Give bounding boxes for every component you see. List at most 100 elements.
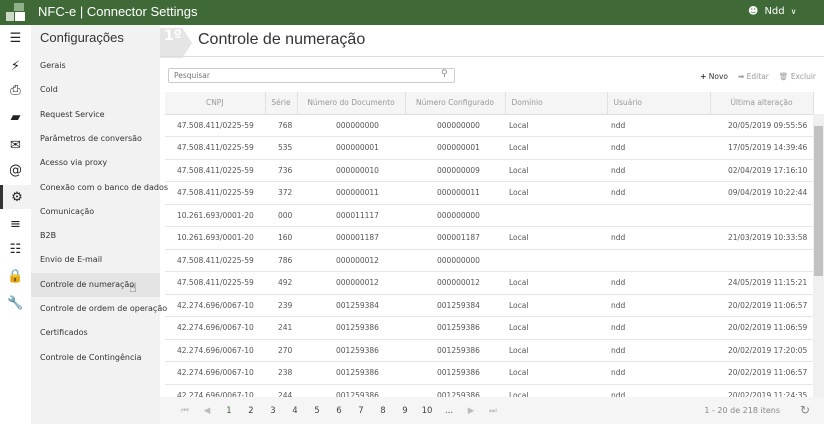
table-cell: 10.261.693/0001-20 [165,226,265,250]
table-row[interactable]: 47.508.411/0225-59 768 000000000 000000000 L… [165,114,813,137]
top-bar: NFC-e | Connector Settings ☻ Ndd ∨ [0,0,824,25]
table-row[interactable]: 10.261.693/0001-20 000 000011117 000000000 [165,204,813,227]
table-cell: ndd [607,226,710,250]
table-cell: 47.508.411/0225-59 [165,181,265,205]
pagination: ⏮ ◀ 1 2 3 4 5 6 7 8 9 10... ▶ ⏭ 1 - 20 de 218 ite… [160,397,824,424]
sliders-icon[interactable]: ≡ [0,212,31,236]
column-header[interactable]: Última alteração [710,92,814,115]
printer-icon[interactable]: ⎙ [0,78,31,102]
search-input[interactable] [168,68,455,83]
table-cell: Local [505,361,607,385]
column-header[interactable]: Domínio [505,92,608,115]
wrench-icon[interactable]: 🔧 [0,291,31,315]
table-row[interactable]: 10.261.693/0001-20 160 000001187 000001187 L… [165,226,813,250]
page-button[interactable]: 2 [240,406,262,416]
page-button[interactable]: 4 [284,406,306,416]
user-menu[interactable]: ☻ Ndd ∨ [748,6,796,17]
table-cell: 42.274.696/0067-10 [165,384,265,397]
table-cell: ndd [607,294,710,317]
app-logo [6,3,26,23]
column-header[interactable]: Usuário [607,92,711,115]
submenu-item[interactable]: Acesso via proxy [31,151,160,175]
envelope-icon[interactable]: ✉ [0,133,31,157]
page-button[interactable]: 9 [394,406,416,416]
table-row[interactable]: 47.508.411/0225-59 372 000000011 000000011 L… [165,181,813,205]
vertical-scrollbar[interactable] [813,114,824,397]
pager-info: 1 - 20 de 218 itens [704,406,780,415]
scrollbar-thumb[interactable] [814,126,823,276]
server-icon[interactable]: ☷ [0,237,31,261]
refresh-icon[interactable]: ↻ [800,403,810,417]
table-cell: Local [505,226,607,250]
table-row[interactable]: 42.274.696/0067-10 270 001259386 001259386 L… [165,339,813,362]
table-row[interactable]: 42.274.696/0067-10 238 001259386 001259386 L… [165,361,813,385]
new-button[interactable]: + Novo [700,72,728,81]
table-cell: ndd [607,181,710,205]
toolbar: + Novo ➡ Editar 🗑 Excluir [700,72,816,81]
submenu-item[interactable]: Comunicação [31,200,160,224]
page-button[interactable]: 6 [328,406,350,416]
submenu-item[interactable]: Cold [31,78,160,102]
page-button[interactable]: 7 [350,406,372,416]
table-cell: 000000012 [297,249,405,272]
submenu-item[interactable]: Controle de ordem de operação [31,297,167,321]
menu-icon[interactable]: ☰ [0,26,31,50]
table-row[interactable]: 47.508.411/0225-59 492 000000012 000000012 L… [165,271,813,295]
gear-icon[interactable]: ⚙ [0,185,31,209]
table-cell: Local [505,271,607,295]
table-cell: 17/05/2019 14:39:46 [710,136,813,160]
submenu-item[interactable]: Conexão com o banco de dados [31,176,168,200]
trash-icon: 🗑 [778,72,789,81]
page-button[interactable]: 8 [372,406,394,416]
table-cell [710,204,813,227]
submenu-item[interactable]: Request Service [31,103,160,127]
search-icon[interactable]: ⚲ [441,69,448,79]
column-header[interactable]: CNPJ [165,92,266,115]
prev-page-icon[interactable]: ◀ [196,406,218,416]
table-cell: 20/02/2019 11:06:59 [710,316,813,340]
submenu-item[interactable]: B2B [31,224,160,248]
column-header[interactable]: Número do Documento [297,92,406,115]
submenu-item[interactable]: Controle de numeração ☝ [31,272,160,297]
table-row[interactable]: 42.274.696/0067-10 244 001259386 001259386 L… [165,384,813,397]
table-cell: ndd [607,316,710,340]
next-page-icon[interactable]: ▶ [460,406,482,416]
main-content: 1º Controle de numeração ⚲ + Novo ➡ Edit… [160,25,824,424]
numbering-icon: 1º [160,28,192,58]
table-row[interactable]: 47.508.411/0225-59 736 000000010 000000009 L… [165,159,813,182]
submenu-title: Configurações [40,30,124,45]
folder-icon[interactable]: ▰ [0,105,31,129]
table-row[interactable]: 47.508.411/0225-59 535 000000001 000000001 L… [165,136,813,160]
plug-icon[interactable]: ⚡ [0,54,31,78]
submenu-item[interactable]: Parâmetros de conversão [31,127,160,151]
table-cell: 001259386 [405,361,505,385]
page-button[interactable]: ... [438,406,460,416]
submenu-item[interactable]: Controle de Contingência [31,346,160,370]
table-cell: 160 [265,226,297,250]
table-cell: ndd [607,361,710,385]
first-page-icon[interactable]: ⏮ [174,406,196,416]
table-cell [505,204,607,227]
table-row[interactable]: 47.508.411/0225-59 786 000000012 000000000 [165,249,813,272]
table-cell: 20/02/2019 17:20:05 [710,339,813,362]
page-button[interactable]: 3 [262,406,284,416]
table-cell: 244 [265,384,297,397]
at-icon[interactable]: @ [0,158,31,182]
submenu-item[interactable]: Certificados [31,321,160,345]
page-button[interactable]: 1 [218,406,240,416]
column-header[interactable]: Número Configurado [405,92,506,115]
page-button[interactable]: 10 [416,406,438,416]
table-cell: 001259386 [297,361,405,385]
edit-button[interactable]: ➡ Editar [738,72,769,81]
page-button[interactable]: 5 [306,406,328,416]
submenu-item[interactable]: Envio de E-mail [31,248,160,272]
column-header[interactable]: Série [265,92,298,115]
table-cell: 20/02/2019 11:06:57 [710,361,813,385]
table-row[interactable]: 42.274.696/0067-10 239 001259384 001259384 L… [165,294,813,317]
table-row[interactable]: 42.274.696/0067-10 241 001259386 001259386 L… [165,316,813,340]
last-page-icon[interactable]: ⏭ [482,406,504,416]
submenu-item[interactable]: Gerais [31,54,160,78]
lock-icon[interactable]: 🔒 [0,264,31,288]
table-cell: 000000000 [297,114,405,137]
delete-button[interactable]: 🗑 Excluir [779,72,816,81]
